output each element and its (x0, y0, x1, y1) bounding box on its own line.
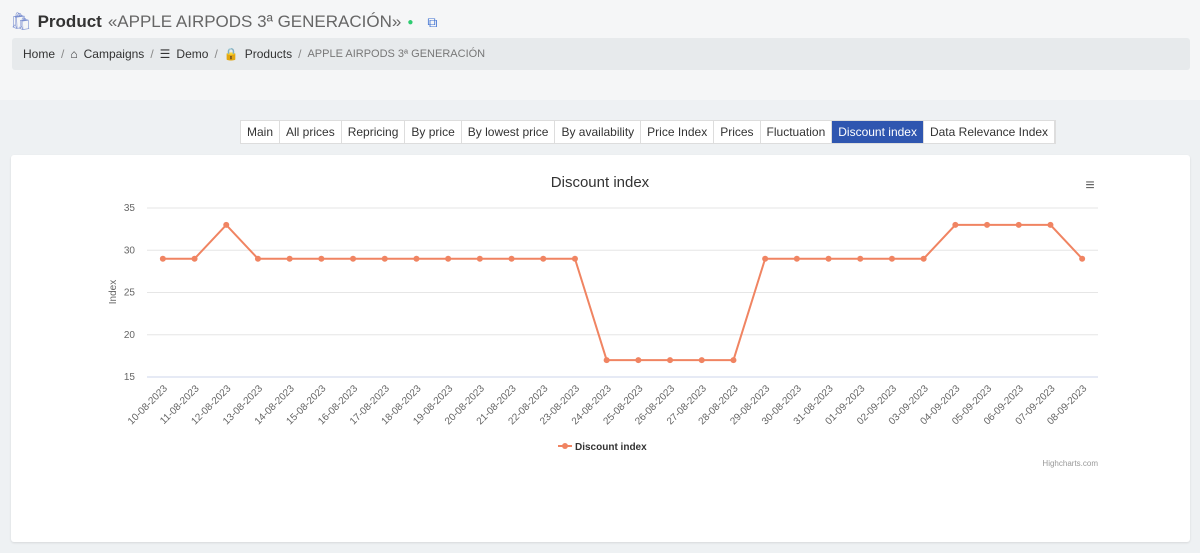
data-point[interactable] (857, 255, 864, 262)
credits[interactable]: Highcharts.com (1042, 459, 1098, 468)
data-point[interactable] (1015, 221, 1022, 228)
y-tick-label: 35 (124, 203, 136, 214)
data-point[interactable] (254, 255, 261, 262)
product-name: «APPLE AIRPODS 3ª GENERACIÓN» (107, 12, 402, 31)
legend-item[interactable]: Discount index (575, 442, 647, 453)
data-point[interactable] (350, 255, 357, 262)
data-point[interactable] (508, 255, 515, 262)
data-point[interactable] (1047, 221, 1054, 228)
shopping-bag-icon: 🛍 (10, 12, 32, 31)
chart-title: Discount index (551, 174, 650, 191)
tab-price-index[interactable]: Price Index (641, 121, 715, 143)
tab-by-price[interactable]: By price (405, 121, 462, 143)
tab-discount-index[interactable]: Discount index (832, 121, 924, 143)
breadcrumb: Home / ⌂ Campaigns / ☰ Demo / 🔒 Products / APPL… (12, 38, 1190, 70)
discount-index-chart: Discount index ≡1520253035Index10-08-2023… (108, 174, 1098, 468)
status-dot-icon: ● (407, 16, 414, 28)
y-tick-label: 30 (124, 245, 136, 256)
breadcrumb-products[interactable]: Products (245, 47, 292, 61)
data-point[interactable] (571, 255, 578, 262)
breadcrumb-current: APPLE AIRPODS 3ª GENERACIÓN (307, 48, 486, 60)
tab-bar: Main All prices Repricing By price By lowest… (240, 120, 1057, 144)
data-point[interactable] (1079, 255, 1086, 262)
breadcrumb-demo[interactable]: Demo (176, 47, 208, 61)
data-point[interactable] (413, 255, 420, 262)
data-point[interactable] (476, 255, 483, 262)
tab-by-availability[interactable]: By availability (555, 121, 642, 143)
data-point[interactable] (286, 255, 293, 262)
page-title: 🛍 Product «APPLE AIRPODS 3ª GENERACIÓN» … (10, 12, 437, 32)
y-tick-label: 25 (124, 288, 136, 299)
data-point[interactable] (540, 255, 547, 262)
database-icon: ☰ (159, 47, 171, 61)
home-icon: ⌂ (70, 47, 78, 61)
data-point[interactable] (667, 357, 674, 364)
copy-icon[interactable]: ⧉ (427, 14, 437, 31)
data-point[interactable] (635, 357, 642, 364)
data-point[interactable] (191, 255, 198, 262)
tab-main[interactable]: Main (241, 121, 281, 143)
tab-fluctuation[interactable]: Fluctuation (761, 121, 833, 143)
data-point[interactable] (698, 357, 705, 364)
data-point[interactable] (159, 255, 166, 262)
tab-by-lowest-price[interactable]: By lowest price (462, 121, 556, 143)
tab-data-relevance-index[interactable]: Data Relevance Index (924, 121, 1056, 143)
y-tick-label: 20 (124, 330, 136, 341)
data-point[interactable] (381, 255, 388, 262)
data-point[interactable] (984, 221, 991, 228)
tab-repricing[interactable]: Repricing (342, 121, 406, 143)
title-label: Product (37, 12, 102, 31)
data-point[interactable] (762, 255, 769, 262)
y-axis-label: Index (108, 280, 119, 304)
data-point[interactable] (952, 221, 959, 228)
data-point[interactable] (888, 255, 895, 262)
data-point[interactable] (920, 255, 927, 262)
data-point[interactable] (223, 221, 230, 228)
data-point[interactable] (445, 255, 452, 262)
tab-prices[interactable]: Prices (714, 121, 761, 143)
y-tick-label: 15 (124, 372, 136, 383)
breadcrumb-campaigns[interactable]: Campaigns (84, 47, 145, 61)
data-point[interactable] (603, 357, 610, 364)
menu-icon[interactable]: ≡ (1085, 177, 1094, 194)
tab-all-prices[interactable]: All prices (280, 121, 342, 143)
bag-icon: 🔒 (223, 47, 239, 61)
data-point[interactable] (825, 255, 832, 262)
chart-card: Discount index ≡ 15 20 25 30 35 Index 10-08-2023… (11, 155, 1190, 542)
data-point[interactable] (730, 357, 737, 364)
data-point[interactable] (793, 255, 800, 262)
breadcrumb-home[interactable]: Home (23, 47, 55, 61)
legend-marker (562, 443, 568, 449)
data-point[interactable] (318, 255, 325, 262)
